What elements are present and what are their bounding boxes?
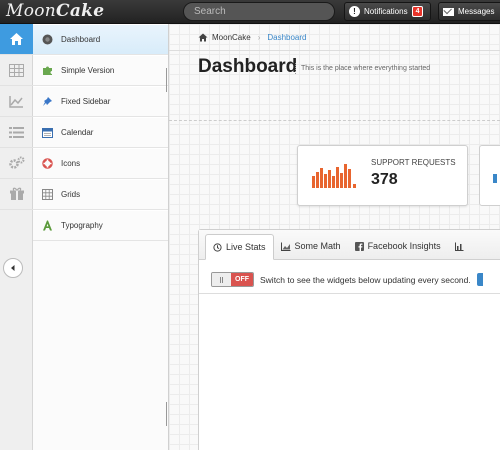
sidebar-item-label: Typography <box>61 221 103 230</box>
messages-label: Messages <box>458 7 495 16</box>
mail-icon <box>443 7 454 16</box>
rail-settings[interactable] <box>0 148 33 179</box>
sparkline-bars <box>312 164 356 188</box>
sidebar-nav: Dashboard Simple Version Fixed Sidebar C… <box>33 24 170 450</box>
chevron-left-icon <box>11 265 15 271</box>
rail-tables[interactable] <box>0 55 33 86</box>
home-icon <box>198 33 208 41</box>
lifebuoy-icon <box>42 158 53 169</box>
rail-charts[interactable] <box>0 86 33 117</box>
tab-more[interactable] <box>448 233 471 259</box>
tab-facebook-insights[interactable]: Facebook Insights <box>348 233 448 259</box>
sidebar-item-label: Icons <box>61 159 81 168</box>
search-input[interactable]: Search <box>183 2 335 21</box>
chart-icon <box>9 95 23 108</box>
sidebar-item-calendar[interactable]: Calendar <box>33 117 168 148</box>
sidebar-item-label: Dashboard <box>61 35 101 44</box>
alert-icon: ! <box>349 6 360 17</box>
breadcrumb: MoonCake › Dashboard <box>169 24 500 51</box>
rail-lists[interactable] <box>0 117 33 148</box>
tab-label: Some Math <box>294 241 341 251</box>
icon-rail <box>0 24 33 450</box>
page-header: Dashboard This is the place where everyt… <box>169 51 500 121</box>
sidebar-item-simple-version[interactable]: Simple Version <box>33 55 168 86</box>
sidebar-item-label: Fixed Sidebar <box>61 97 111 106</box>
calendar-icon <box>42 128 53 138</box>
puzzle-icon <box>43 66 52 75</box>
stat-label: SUPPORT REQUESTS <box>371 158 456 167</box>
live-update-toggle[interactable]: OFF <box>211 272 254 287</box>
app-logo[interactable]: MoonCake <box>6 1 104 21</box>
messages-button[interactable]: Messages <box>438 2 500 21</box>
live-update-row: OFF Switch to see the widgets below upda… <box>211 272 483 287</box>
bar-chart-icon <box>454 242 464 251</box>
collapse-sidebar-button[interactable] <box>3 258 23 278</box>
history-icon <box>213 242 222 252</box>
rail-gifts[interactable] <box>0 179 33 210</box>
info-chip <box>476 273 483 286</box>
sidebar-item-fixed-sidebar[interactable]: Fixed Sidebar <box>33 86 168 117</box>
stat-value: 378 <box>371 171 398 188</box>
notifications-count-badge: 4 <box>411 6 424 17</box>
gears-icon <box>8 156 24 169</box>
pin-icon <box>43 97 52 106</box>
table-icon <box>9 63 24 77</box>
stat-bar <box>493 174 497 183</box>
page-title: Dashboard <box>198 56 298 77</box>
gift-icon <box>9 187 24 200</box>
widget-tabs: Live Stats Some Math Facebook Insights <box>199 230 500 260</box>
rail-home[interactable] <box>0 24 33 55</box>
notifications-label: Notifications <box>364 7 408 16</box>
typography-icon <box>43 220 52 231</box>
breadcrumb-home[interactable]: MoonCake <box>212 33 251 42</box>
stat-card-partial[interactable] <box>479 145 500 206</box>
top-bar: MoonCake Search ! Notifications 4 Messag… <box>0 0 500 24</box>
dashboard-icon <box>42 34 53 45</box>
logo-text-bold: Cake <box>56 1 105 21</box>
sidebar-item-label: Simple Version <box>61 66 115 75</box>
widget-divider <box>199 293 500 294</box>
breadcrumb-current[interactable]: Dashboard <box>267 33 306 42</box>
sidebar-item-label: Calendar <box>61 128 94 137</box>
sidebar-item-typography[interactable]: Typography <box>33 210 168 241</box>
facebook-icon <box>354 241 364 251</box>
home-icon <box>10 33 23 45</box>
stat-card-support-requests[interactable]: SUPPORT REQUESTS 378 <box>297 145 468 206</box>
grid-icon <box>42 189 53 200</box>
tab-label: Facebook Insights <box>367 241 441 251</box>
page-subtitle: This is the place where everything start… <box>295 63 430 74</box>
list-icon <box>9 126 24 138</box>
area-chart-icon <box>280 242 291 251</box>
sidebar-item-icons[interactable]: Icons <box>33 148 168 179</box>
tab-some-math[interactable]: Some Math <box>274 233 348 259</box>
tab-live-stats[interactable]: Live Stats <box>205 234 274 260</box>
toggle-description: Switch to see the widgets below updating… <box>260 274 471 285</box>
sidebar-item-label: Grids <box>61 190 81 199</box>
breadcrumb-separator: › <box>257 32 261 42</box>
sidebar-item-dashboard[interactable]: Dashboard <box>33 24 168 55</box>
stats-widget: Live Stats Some Math Facebook Insights O… <box>198 229 500 450</box>
tab-label: Live Stats <box>226 242 266 252</box>
toggle-grip-icon <box>212 273 231 286</box>
logo-text-light: Moon <box>6 1 57 21</box>
sidebar-item-grids[interactable]: Grids <box>33 179 168 210</box>
main-content: MoonCake › Dashboard Dashboard This is t… <box>169 24 500 450</box>
notifications-button[interactable]: ! Notifications 4 <box>344 2 431 21</box>
toggle-state: OFF <box>231 273 253 286</box>
